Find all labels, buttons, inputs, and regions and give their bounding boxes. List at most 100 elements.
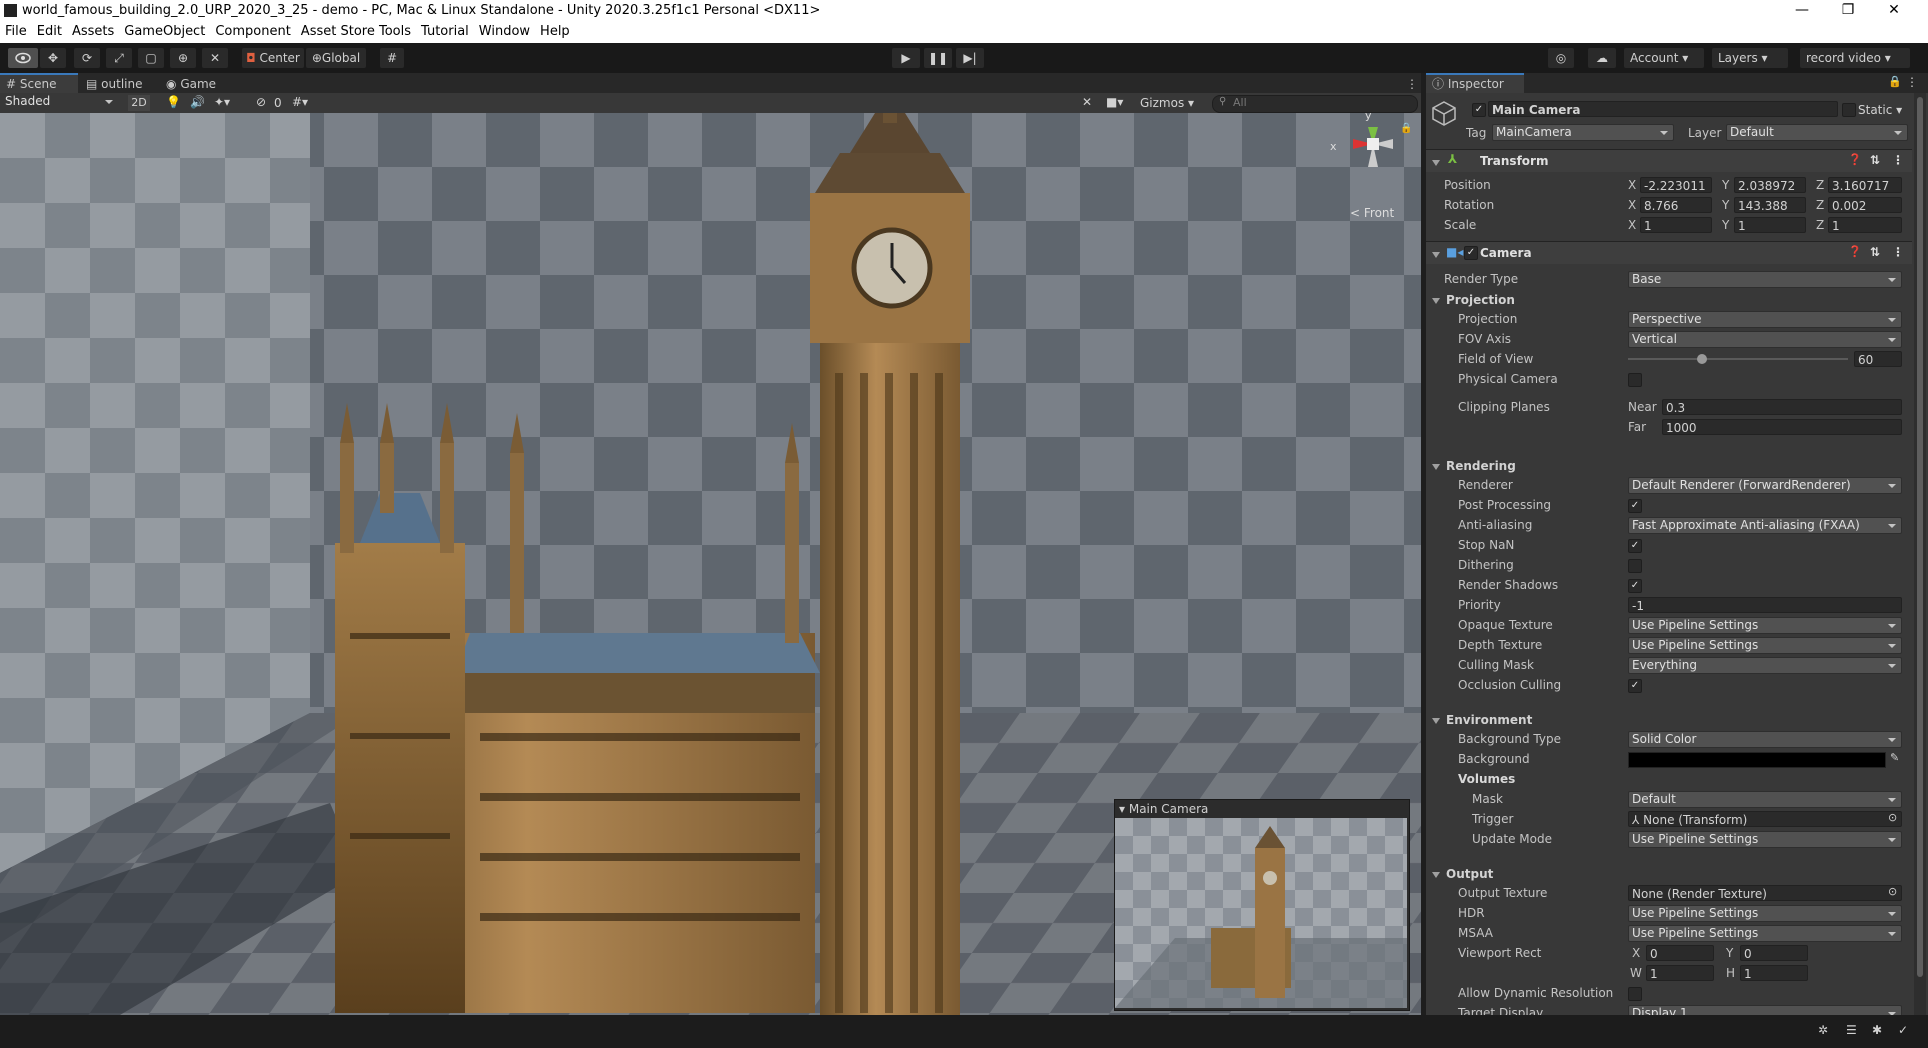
menu-asset-store-tools[interactable]: Asset Store Tools [296, 22, 416, 39]
output-texture-field[interactable]: None (Render Texture) [1628, 885, 1902, 901]
viewport-h-field[interactable]: 1 [1740, 965, 1808, 981]
view-tool-button[interactable] [8, 48, 38, 68]
scene-menu-icon[interactable]: ⋮ [1400, 75, 1424, 93]
scene-viewport[interactable]: y x 🔒 < Front ▾ Main Camera [0, 113, 1421, 1015]
render-type-dropdown[interactable]: Base [1628, 271, 1902, 288]
projection-dropdown[interactable]: Perspective [1628, 311, 1902, 328]
object-name-field[interactable]: Main Camera [1488, 101, 1838, 117]
layout-dropdown[interactable]: record video ▾ [1800, 48, 1910, 68]
tools-icon[interactable]: ✕ [1082, 95, 1092, 109]
account-dropdown[interactable]: Account ▾ [1624, 48, 1704, 68]
far-field[interactable]: 1000 [1662, 419, 1902, 435]
scale-tool-button[interactable]: ⤢ [106, 48, 132, 68]
position-y-field[interactable]: 2.038972 [1734, 177, 1806, 193]
position-x-field[interactable]: -2.223011 [1640, 177, 1712, 193]
scale-z-field[interactable]: 1 [1828, 217, 1902, 233]
volume-mask-dropdown[interactable]: Default [1628, 791, 1902, 808]
output-foldout[interactable]: Output [1432, 867, 1493, 881]
transform-component-header[interactable]: ⅄ Transform ❓ ⇅ ⋮ [1426, 149, 1912, 172]
close-button[interactable]: ✕ [1872, 0, 1916, 22]
viewport-y-field[interactable]: 0 [1740, 945, 1808, 961]
background-color-swatch[interactable] [1628, 752, 1886, 768]
renderer-dropdown[interactable]: Default Renderer (ForwardRenderer) [1628, 477, 1902, 494]
background-type-dropdown[interactable]: Solid Color [1628, 731, 1902, 748]
cloud-button[interactable]: ☁ [1588, 48, 1616, 68]
menu-edit[interactable]: Edit [32, 22, 67, 39]
layer-dropdown[interactable]: Default [1726, 124, 1908, 141]
menu-component[interactable]: Component [210, 22, 295, 39]
rect-tool-button[interactable]: ▢ [138, 48, 164, 68]
gizmos-dropdown[interactable]: Gizmos ▾ [1140, 96, 1194, 110]
menu-assets[interactable]: Assets [67, 22, 119, 39]
grid-visibility-icon[interactable]: #▾ [292, 95, 308, 109]
move-tool-button[interactable]: ✥ [40, 48, 66, 68]
camera-enabled-checkbox[interactable]: ✓ [1464, 246, 1478, 260]
render-shadows-checkbox[interactable]: ✓ [1628, 579, 1642, 593]
check-icon[interactable]: ✓ [1898, 1023, 1908, 1037]
grid-snap-button[interactable]: # [380, 48, 404, 68]
transform-tool-button[interactable]: ⊕ [170, 48, 196, 68]
menu-help[interactable]: Help [535, 22, 575, 39]
layers-status-icon[interactable]: ☰ [1846, 1023, 1857, 1037]
lock-icon[interactable]: 🔒 [1400, 123, 1412, 134]
active-checkbox[interactable]: ✓ [1472, 103, 1486, 117]
fov-field[interactable]: 60 [1854, 351, 1902, 367]
position-z-field[interactable]: 3.160717 [1828, 177, 1902, 193]
menu-gameobject[interactable]: GameObject [119, 22, 210, 39]
scale-x-field[interactable]: 1 [1640, 217, 1712, 233]
inspector-scrollbar[interactable] [1914, 93, 1926, 1035]
global-space-button[interactable]: ⊕Global [306, 48, 366, 68]
anti-aliasing-dropdown[interactable]: Fast Approximate Anti-aliasing (FXAA) [1628, 517, 1902, 534]
static-checkbox[interactable] [1842, 103, 1856, 117]
component-menu-icon[interactable]: ⋮ [1892, 153, 1904, 167]
custom-tool-button[interactable]: ✕ [202, 48, 228, 68]
help-icon[interactable]: ❓ [1848, 245, 1862, 258]
rotate-tool-button[interactable]: ⟳ [74, 48, 100, 68]
near-field[interactable]: 0.3 [1662, 399, 1902, 415]
effects-icon[interactable]: ✦▾ [214, 95, 230, 109]
gizmo-view-label[interactable]: < Front [1350, 206, 1394, 220]
rotation-z-field[interactable]: 0.002 [1828, 197, 1902, 213]
tab-outline[interactable]: ▤ outline [80, 75, 162, 93]
menu-file[interactable]: File [0, 22, 32, 39]
preset-icon[interactable]: ⇅ [1870, 245, 1880, 259]
dithering-checkbox[interactable] [1628, 559, 1642, 573]
component-menu-icon[interactable]: ⋮ [1892, 245, 1904, 259]
tag-dropdown[interactable]: MainCamera [1492, 124, 1674, 141]
projection-foldout[interactable]: Projection [1432, 293, 1515, 307]
physical-camera-checkbox[interactable] [1628, 373, 1642, 387]
2d-toggle[interactable]: 2D [128, 95, 150, 111]
environment-foldout[interactable]: Environment [1432, 713, 1532, 727]
update-mode-dropdown[interactable]: Use Pipeline Settings [1628, 831, 1902, 848]
pause-button[interactable]: ❚❚ [924, 48, 952, 68]
msaa-dropdown[interactable]: Use Pipeline Settings [1628, 925, 1902, 942]
lock-icon[interactable]: 🔒 [1888, 75, 1902, 88]
preset-icon[interactable]: ⇅ [1870, 153, 1880, 167]
trigger-field[interactable]: ⅄ None (Transform) [1628, 811, 1902, 827]
fov-axis-dropdown[interactable]: Vertical [1628, 331, 1902, 348]
pivot-center-button[interactable]: ◘ Center [242, 48, 304, 68]
static-dropdown[interactable]: Static ▾ [1858, 103, 1902, 117]
minimize-button[interactable]: — [1780, 0, 1824, 22]
restore-button[interactable]: ❐ [1826, 0, 1870, 22]
stop-nan-checkbox[interactable]: ✓ [1628, 539, 1642, 553]
inspector-menu-icon[interactable]: ⋮ [1906, 75, 1918, 89]
fov-slider-thumb[interactable] [1697, 354, 1708, 364]
lighting-icon[interactable]: 💡 [166, 95, 181, 109]
post-processing-checkbox[interactable]: ✓ [1628, 499, 1642, 513]
fov-slider[interactable] [1628, 354, 1848, 364]
camera-component-header[interactable]: ■◂ ✓ Camera ❓ ⇅ ⋮ [1426, 241, 1912, 264]
audio-icon[interactable]: 🔊 [190, 95, 205, 109]
viewport-x-field[interactable]: 0 [1646, 945, 1714, 961]
hidden-objects-icon[interactable]: ⊘ [256, 95, 266, 109]
viewport-w-field[interactable]: 1 [1646, 965, 1714, 981]
rotation-y-field[interactable]: 143.388 [1734, 197, 1806, 213]
layers-dropdown[interactable]: Layers ▾ [1712, 48, 1788, 68]
rotation-x-field[interactable]: 8.766 [1640, 197, 1712, 213]
play-button[interactable]: ▶ [892, 48, 920, 68]
settings-icon[interactable]: ✱ [1872, 1023, 1882, 1037]
inspector-scrollbar-thumb[interactable] [1917, 97, 1923, 977]
bug-icon[interactable]: ✲ [1818, 1023, 1828, 1037]
shading-mode-dropdown[interactable]: Shaded [2, 94, 118, 111]
culling-mask-dropdown[interactable]: Everything [1628, 657, 1902, 674]
